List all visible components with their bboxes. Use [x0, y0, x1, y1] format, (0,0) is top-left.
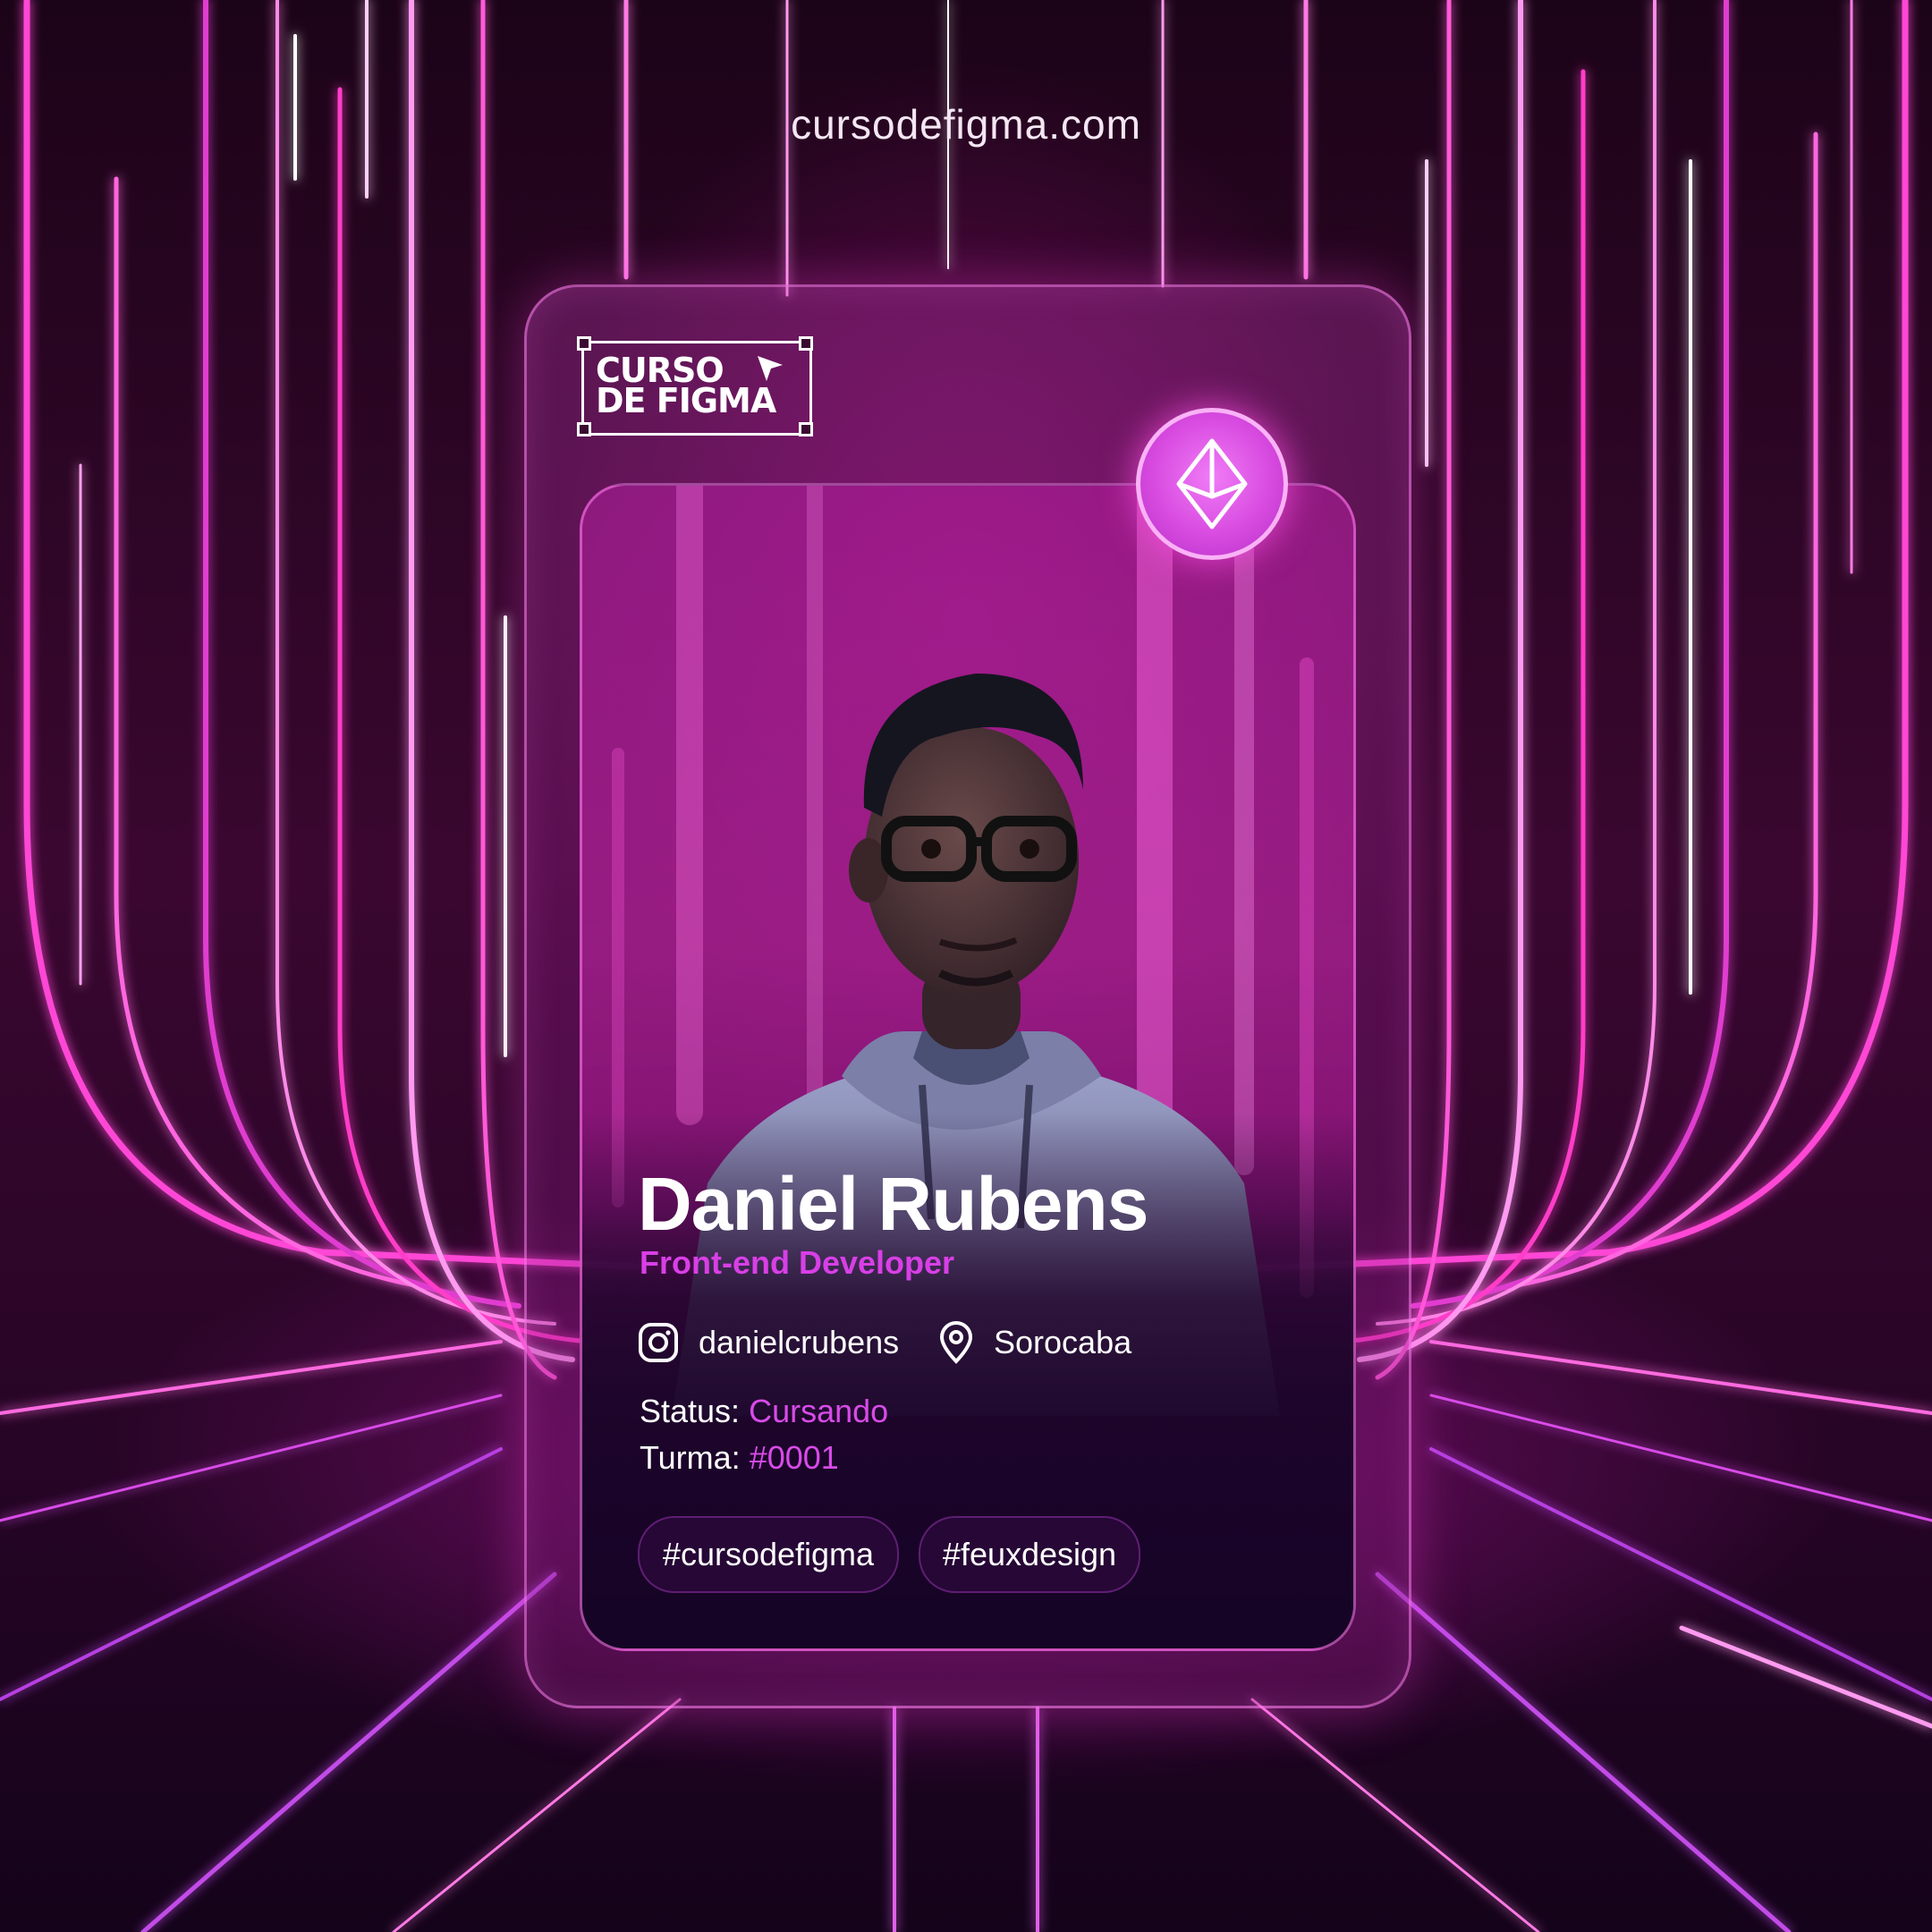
logo-frame-handle — [577, 336, 591, 351]
location-info: Sorocaba — [938, 1318, 1131, 1368]
ethereum-icon — [1176, 438, 1248, 530]
logo-frame-handle — [799, 336, 813, 351]
instagram-handle: danielcrubens — [699, 1324, 900, 1360]
profile-name: Daniel Rubens — [638, 1162, 1148, 1246]
status-label: Status: — [640, 1393, 741, 1429]
instagram-icon — [639, 1323, 678, 1362]
site-url[interactable]: cursodefigma.com — [0, 100, 1932, 148]
logo-text-line2: DE FIGMA — [596, 381, 776, 420]
profile-role: Front-end Developer — [640, 1244, 955, 1281]
instagram-link[interactable]: danielcrubens — [638, 1318, 899, 1368]
turma-row: Turma: #0001 — [640, 1439, 839, 1477]
profile-panel: Daniel Rubens Front-end Developer daniel… — [580, 483, 1356, 1651]
map-pin-icon — [939, 1321, 973, 1364]
logo-frame-handle — [577, 422, 591, 436]
cursor-arrow-icon — [758, 356, 783, 381]
neon-background-scene: cursodefigma.com CURSO DE FIGMA Daniel R… — [0, 0, 1932, 1932]
status-value: Cursando — [749, 1393, 889, 1429]
curso-de-figma-logo: CURSO DE FIGMA — [577, 336, 813, 436]
logo-frame-handle — [799, 422, 813, 436]
hashtag-chip[interactable]: #feuxdesign — [919, 1516, 1140, 1593]
turma-label: Turma: — [640, 1439, 741, 1476]
location-city: Sorocaba — [994, 1324, 1132, 1360]
ethereum-badge — [1136, 408, 1288, 560]
status-row: Status: Cursando — [640, 1393, 888, 1430]
hashtag-chip[interactable]: #cursodefigma — [638, 1516, 899, 1593]
turma-value: #0001 — [749, 1439, 839, 1476]
